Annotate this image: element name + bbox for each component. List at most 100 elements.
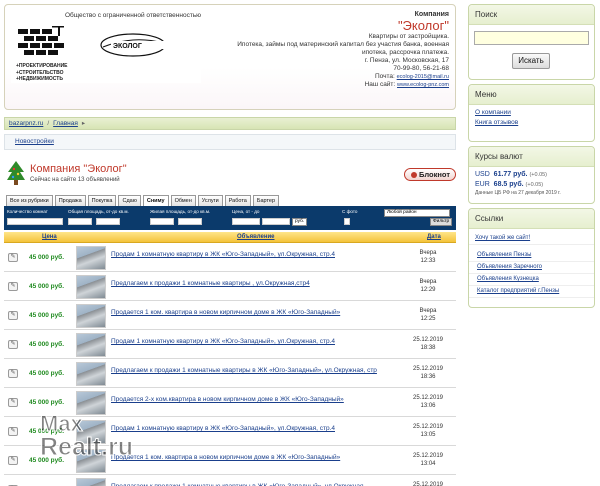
listing-link[interactable]: Продается 1 ком. квартира в новом кирпич…	[111, 309, 411, 317]
listing-date: 25.12.2019 18:36	[410, 366, 446, 381]
table-row[interactable]: ✎ 45 000 руб. Продам 1 комнатную квартиру …	[4, 244, 456, 272]
column-listing[interactable]: Объявление	[237, 234, 275, 240]
menu-item-reviews[interactable]: Книга отзывов	[469, 118, 594, 128]
listing-date: 25.12.2019 18:38	[410, 337, 446, 352]
price-from-input[interactable]	[232, 218, 260, 225]
table-row[interactable]: ✎ 45 000 руб. Предлагаем к продажи 1 комна…	[4, 360, 456, 388]
table-row[interactable]: ✎ 45 000 руб. Продается 1 ком. квартира в …	[4, 302, 456, 330]
tab-exchange[interactable]: Обмен	[170, 195, 196, 206]
listing-price: 45 000 руб.	[29, 370, 65, 377]
company-title: Компания "Эколог"	[30, 163, 127, 175]
listing-date-day: 25.12.2019	[412, 337, 444, 343]
notebook-button[interactable]: Блокнот	[404, 168, 456, 181]
tab-services[interactable]: Услуги	[197, 195, 223, 206]
listings-header: Цена Объявление Дата	[4, 232, 456, 243]
menu-item-about[interactable]: О компании	[469, 108, 594, 118]
price-label: Цена, от - до	[232, 209, 260, 214]
listing-link[interactable]: Продается 2-х ком.квартира в новом кирпи…	[111, 396, 411, 404]
usd-value: 61.77 руб.	[493, 171, 528, 178]
eur-change: (+0.05)	[525, 182, 544, 188]
listing-photo[interactable]	[76, 333, 106, 357]
note-icon[interactable]: ✎	[8, 398, 18, 407]
listing-date: Вчера 12:29	[410, 279, 446, 294]
listing-date-time: 13:05	[420, 431, 436, 438]
district-select[interactable]: Любой район	[384, 209, 450, 217]
rooms-select[interactable]	[7, 218, 63, 225]
site-link[interactable]: www.ecolog-pnz.com	[397, 82, 449, 88]
christmas-tree-icon	[7, 161, 25, 185]
listing-date-day: 25.12.2019	[412, 366, 444, 372]
company-subtitle: Сейчас на сайте 13 объявлений	[30, 177, 120, 183]
mail-line: Почта: ecolog-2015@mail.ru	[199, 73, 449, 81]
news-link[interactable]: Новостройки	[15, 138, 54, 145]
listing-date-time: 13:06	[420, 402, 436, 409]
listing-link[interactable]: Предлагаем к продажи 1 комнатные квартир…	[111, 280, 411, 288]
listing-link[interactable]: Продам 1 комнатную квартиру в ЖК «Юго-За…	[111, 251, 411, 259]
tab-sale[interactable]: Продажа	[54, 195, 86, 206]
listing-price: 45 000 руб.	[29, 283, 65, 290]
note-icon[interactable]: ✎	[8, 282, 18, 291]
notebook-label: Блокнот	[419, 170, 450, 179]
listing-link[interactable]: Продам 1 комнатную квартиру в ЖК «Юго-За…	[111, 338, 411, 346]
table-row[interactable]: ✎45 000 руб.Предлагаем к продажи 1 комна…	[4, 476, 456, 486]
listing-photo[interactable]	[76, 304, 106, 328]
breadcrumb-separator: /	[47, 120, 50, 127]
listing-price: 45 000 руб.	[29, 399, 65, 406]
column-price[interactable]: Цена	[42, 234, 57, 240]
listing-link[interactable]: Предлагаем к продажи 1 комнатные квартир…	[111, 367, 411, 375]
filter-button[interactable]: Фильтр	[430, 218, 453, 226]
living-area-from-input[interactable]	[150, 218, 174, 225]
listing-date: 25.12.201913:03	[410, 482, 446, 486]
note-icon[interactable]: ✎	[8, 427, 18, 436]
link-penza-ads[interactable]: Объявления Пензы	[469, 250, 594, 262]
tab-rent[interactable]: Сниму	[142, 195, 169, 206]
listing-link[interactable]: Продам 1 комнатную квартиру в ЖК «Юго-За…	[111, 425, 411, 433]
note-icon[interactable]: ✎	[8, 311, 18, 320]
photo-checkbox[interactable]	[344, 218, 350, 225]
rates-note: Данные ЦБ РФ на 27 декабря 2019 г.	[475, 190, 561, 196]
table-row[interactable]: ✎ 45 000 руб. Предлагаем к продажи 1 комна…	[4, 273, 456, 301]
watermark-line2: Realt.ru	[39, 433, 134, 461]
link-catalog[interactable]: Каталог предприятий г.Пензы	[469, 286, 594, 298]
photo-label: С фото	[342, 209, 358, 214]
breadcrumb-site-link[interactable]: bazarpnz.ru	[9, 120, 43, 127]
column-date[interactable]: Дата	[427, 234, 441, 240]
listing-photo[interactable]	[76, 478, 106, 486]
site-line: Наш сайт: www.ecolog-pnz.com	[199, 81, 449, 89]
menu-panel: Меню О компании Книга отзывов	[468, 84, 595, 142]
search-button[interactable]: Искать	[512, 53, 550, 69]
mail-link[interactable]: ecolog-2015@mail.ru	[397, 74, 449, 80]
tab-rent-out[interactable]: Сдаю	[118, 195, 141, 206]
search-input[interactable]	[474, 31, 589, 45]
listing-photo[interactable]	[76, 275, 106, 299]
link-zarechny-ads[interactable]: Объявления Заречного	[469, 262, 594, 274]
link-kuznetsk-ads[interactable]: Объявления Кузнецка	[469, 274, 594, 286]
living-area-to-input[interactable]	[178, 218, 202, 225]
total-area-from-input[interactable]	[68, 218, 92, 225]
tab-work[interactable]: Работа	[224, 195, 251, 206]
total-area-to-input[interactable]	[96, 218, 120, 225]
table-row[interactable]: ✎ 45 000 руб. Продам 1 комнатную квартиру …	[4, 331, 456, 359]
currency-select[interactable]: руб.	[292, 218, 308, 226]
breadcrumb-home-link[interactable]: Главная	[53, 120, 78, 127]
tab-buy[interactable]: Покупка	[87, 195, 117, 206]
usd-rate: USD 61.77 руб. (+0.05)	[469, 170, 594, 180]
rooms-label: Количество комнат	[7, 209, 48, 214]
note-icon[interactable]: ✎	[8, 340, 18, 349]
listing-price: 45 000 руб.	[29, 312, 65, 319]
services-list: +ПРОЕКТИРОВАНИЕ +СТРОИТЕЛЬСТВО +НЕДВИЖИМ…	[16, 63, 68, 83]
price-to-input[interactable]	[262, 218, 290, 225]
note-icon[interactable]: ✎	[8, 253, 18, 262]
tab-all[interactable]: Все из рубрики	[6, 195, 53, 206]
listing-photo[interactable]	[76, 362, 106, 386]
listing-photo[interactable]	[76, 246, 106, 270]
listing-date-day: 25.12.2019	[412, 453, 444, 459]
link-want-site[interactable]: Хочу такой же сайт!	[469, 233, 594, 245]
tab-barter[interactable]: Бартер	[252, 195, 280, 206]
note-icon[interactable]: ✎	[8, 369, 18, 378]
brick-logo-icon	[18, 26, 64, 55]
listing-link[interactable]: Продается 1 ком. квартира в новом кирпич…	[111, 454, 411, 462]
note-icon[interactable]: ✎	[8, 456, 18, 465]
listing-date: 25.12.2019 13:04	[410, 453, 446, 468]
listing-date-time: 18:38	[420, 344, 436, 351]
